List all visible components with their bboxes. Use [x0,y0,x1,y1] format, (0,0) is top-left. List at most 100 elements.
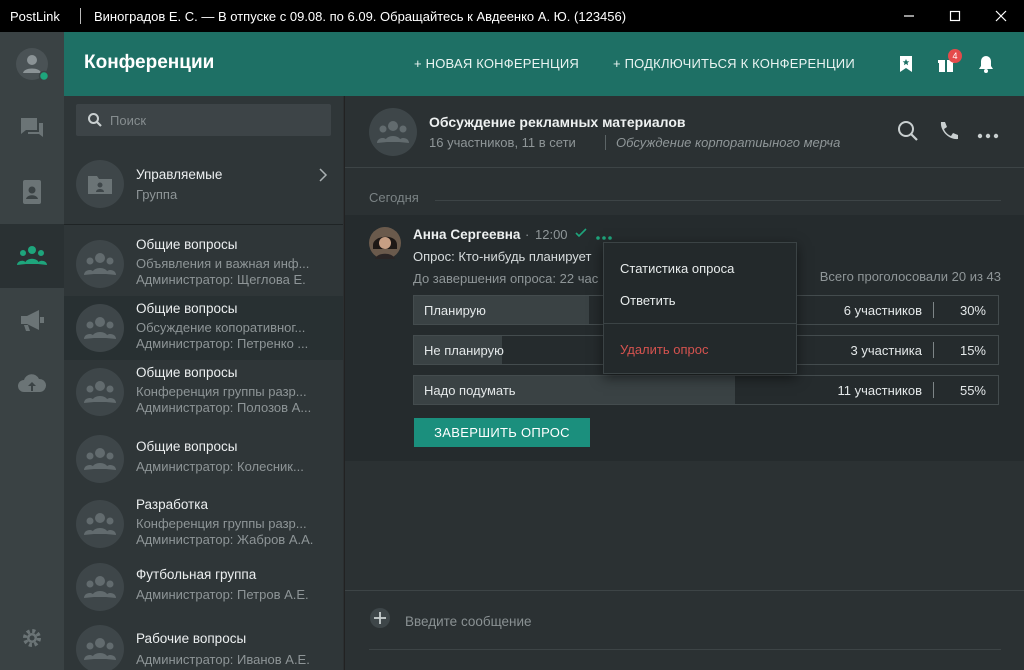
minimize-icon [904,15,914,17]
group-icon [84,381,116,403]
poll-option-label: Не планирую [424,343,504,358]
list-item[interactable]: Общие вопросы Конференция группы разр...… [64,360,343,424]
message-author: Анна Сергеевна [413,227,521,242]
group-icon [84,253,116,275]
poll-option-count: 11 участников [837,383,922,398]
conversation-name: Рабочие вопросы [136,631,247,646]
app-name: PostLink [10,8,60,24]
list-item[interactable]: Футбольная группа Администратор: Петров … [64,555,343,619]
menu-item-poll-stats[interactable]: Статистика опроса [620,261,734,276]
date-separator: Сегодня [369,190,419,205]
new-conference-button[interactable]: + НОВАЯ КОНФЕРЕНЦИЯ [414,56,579,71]
conversation-description: Объявления и важная инф... [136,256,310,271]
conversation-admin: Администратор: Иванов А.Е. [136,652,310,667]
rail-conferences[interactable] [0,224,64,288]
minimize-button[interactable] [886,0,932,32]
group-avatar [76,368,124,416]
rail-upload[interactable] [0,352,64,416]
window-title: Виноградов Е. С. — В отпуске с 09.08. по… [94,8,627,24]
notification-count-badge: 4 [948,49,962,63]
list-item[interactable]: Рабочие вопросы Администратор: Иванов А.… [64,619,343,670]
group-avatar [76,304,124,352]
rail-announcements[interactable] [0,288,64,352]
group-icon [17,246,47,265]
folder-avatar [76,160,124,208]
chat-panel: Обсуждение рекламных материалов 16 участ… [344,96,1024,670]
poll-total-votes: Всего проголосовали 20 из 43 [819,269,1001,284]
rail-contacts[interactable] [0,160,64,224]
conversation-admin: Администратор: Петров А.Е. [136,587,309,602]
rail-chats[interactable] [0,96,64,160]
list-item[interactable]: Общие вопросы Объявления и важная инф...… [64,232,343,296]
poll-option-label: Планирую [424,303,486,318]
list-divider [64,224,343,225]
close-button[interactable] [978,0,1024,32]
group-avatar [76,625,124,670]
app-window: PostLink Виноградов Е. С. — В отпуске с … [0,0,1024,670]
conversation-name: Футбольная группа [136,567,257,582]
cloud-upload-icon [18,374,47,392]
list-item-selected[interactable]: Общие вопросы Обсуждение копоративног...… [64,296,343,360]
search-input[interactable]: Поиск [76,104,331,136]
notifications-button[interactable] [974,52,998,76]
profile-avatar[interactable] [0,32,64,96]
poll-option-percent: 15% [959,343,986,358]
conversation-name: Управляемые [136,167,223,182]
bookmarks-button[interactable] [894,52,918,76]
poll-option-percent: 55% [959,383,986,398]
close-icon [995,10,1007,22]
list-item-managed[interactable]: Управляемые Группа [64,152,343,224]
contacts-book-icon [23,180,41,204]
group-icon [84,317,116,339]
conversation-name: Общие вопросы [136,365,238,380]
conversation-subtitle: Группа [136,187,178,202]
group-icon [84,638,116,660]
poll-remaining-time: До завершения опроса: 22 час [413,271,599,286]
poll-option-count: 3 участника [850,343,922,358]
date-separator-line [435,200,1001,201]
group-avatar [76,240,124,288]
message-input[interactable]: Введите сообщение [405,614,532,629]
list-item[interactable]: Общие вопросы Администратор: Колесник... [64,427,343,491]
group-avatar [76,500,124,548]
finish-poll-button[interactable]: ЗАВЕРШИТЬ ОПРОС [414,418,590,447]
join-conference-button[interactable]: + ПОДКЛЮЧИТЬСЯ К КОНФЕРЕНЦИИ [613,56,855,71]
conversation-description: Конференция группы разр... [136,384,307,399]
rail-settings[interactable] [0,606,64,670]
chat-title: Обсуждение рекламных материалов [429,114,686,130]
conversation-description: Обсуждение копоративног... [136,320,306,335]
poll-option-divider [933,342,934,358]
more-horizontal-icon [596,236,612,240]
menu-item-delete-poll[interactable]: Удалить опрос [620,342,708,357]
title-separator [80,8,81,24]
phone-icon [940,122,958,140]
nav-rail [0,32,64,670]
composer-underline [369,649,1001,650]
conversation-description: Конференция группы разр... [136,516,307,531]
conversation-name: Общие вопросы [136,301,238,316]
bell-icon [979,56,993,73]
message-composer: Введите сообщение [345,590,1024,670]
chat-icon [21,118,43,137]
maximize-button[interactable] [932,0,978,32]
meta-dot: · [525,227,530,242]
more-options-button[interactable] [977,127,999,142]
conference-list: Поиск Управляемые Группа Общие вопросы О… [64,96,343,670]
poll-option-percent: 30% [959,303,986,318]
megaphone-icon [21,310,44,331]
gear-icon [23,629,41,647]
poll-option-divider [933,302,934,318]
poll-option[interactable]: Надо подумать 11 участников 55% [413,375,999,405]
poll-option-count: 6 участников [843,303,922,318]
group-icon [377,121,409,143]
menu-item-reply[interactable]: Ответить [620,293,676,308]
list-item[interactable]: Разработка Конференция группы разр... Ад… [64,492,343,556]
attach-button[interactable] [369,607,391,632]
author-avatar [369,227,401,259]
group-avatar [76,435,124,483]
gifts-button[interactable]: 4 [934,49,962,76]
chat-search-button[interactable] [897,120,919,145]
group-icon [84,576,116,598]
poll-option-divider [933,382,934,398]
call-button[interactable] [937,120,959,145]
